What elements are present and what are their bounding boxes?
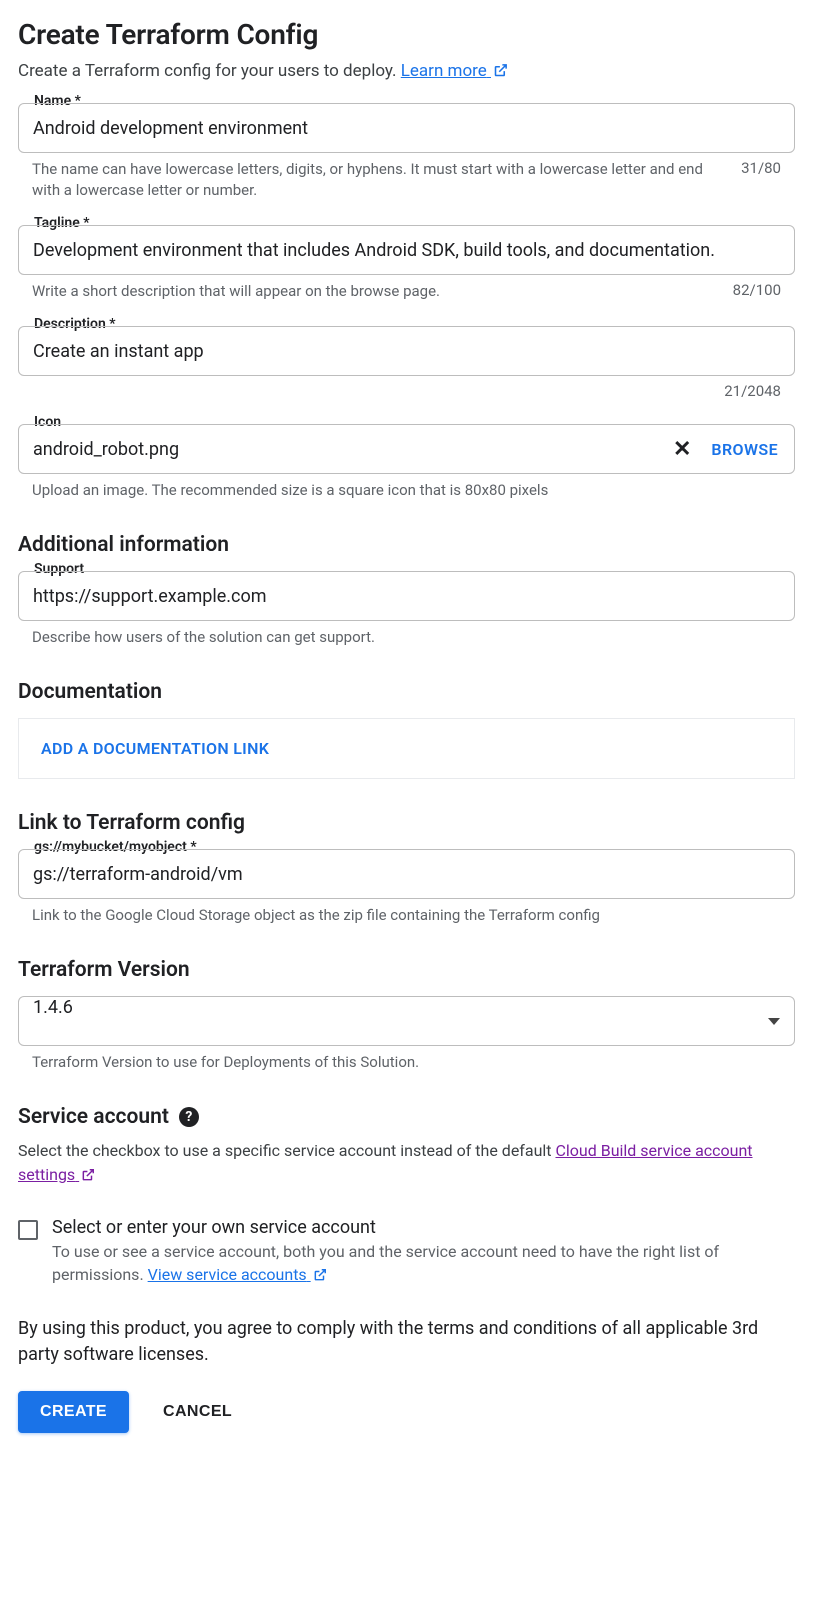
- tfversion-heading: Terraform Version: [18, 958, 795, 982]
- description-input[interactable]: [19, 327, 794, 375]
- page-title: Create Terraform Config: [18, 18, 795, 51]
- cancel-button[interactable]: CANCEL: [157, 1402, 238, 1422]
- close-icon[interactable]: ✕: [667, 437, 697, 462]
- intro-text: Create a Terraform config for your users…: [18, 61, 795, 83]
- create-button[interactable]: CREATE: [18, 1391, 129, 1433]
- tfversion-value: 1.4.6: [19, 997, 760, 1045]
- view-service-accounts-label: View service accounts: [148, 1265, 307, 1284]
- own-service-account-label: Select or enter your own service account: [52, 1217, 795, 1238]
- tfversion-select[interactable]: 1.4.6: [18, 996, 795, 1046]
- browse-button[interactable]: BROWSE: [711, 440, 778, 459]
- name-input[interactable]: [19, 104, 794, 152]
- tagline-helper: Write a short description that will appe…: [32, 281, 440, 302]
- support-input[interactable]: [19, 572, 794, 620]
- intro-text-content: Create a Terraform config for your users…: [18, 61, 401, 81]
- icon-helper: Upload an image. The recommended size is…: [32, 480, 548, 501]
- icon-input[interactable]: [19, 439, 653, 460]
- tfconfig-heading: Link to Terraform config: [18, 811, 795, 835]
- external-link-icon: [313, 1265, 327, 1288]
- documentation-heading: Documentation: [18, 680, 795, 704]
- name-helper: The name can have lowercase letters, dig…: [32, 159, 721, 201]
- view-service-accounts-link[interactable]: View service accounts: [148, 1265, 327, 1284]
- own-service-account-sublabel: To use or see a service account, both yo…: [52, 1240, 795, 1288]
- external-link-icon: [493, 63, 508, 83]
- tagline-counter: 82/100: [733, 281, 781, 299]
- learn-more-label: Learn more: [401, 61, 487, 81]
- agreement-text: By using this product, you agree to comp…: [18, 1316, 795, 1368]
- tfversion-helper: Terraform Version to use for Deployments…: [32, 1052, 419, 1073]
- support-helper: Describe how users of the solution can g…: [32, 627, 375, 648]
- external-link-icon: [81, 1165, 95, 1189]
- tfconfig-helper: Link to the Google Cloud Storage object …: [32, 905, 600, 926]
- additional-info-heading: Additional information: [18, 533, 795, 557]
- svc-desc-text: Select the checkbox to use a specific se…: [18, 1141, 555, 1160]
- name-counter: 31/80: [741, 159, 781, 177]
- add-documentation-link-button[interactable]: ADD A DOCUMENTATION LINK: [41, 739, 269, 758]
- description-counter: 21/2048: [724, 382, 781, 400]
- learn-more-link[interactable]: Learn more: [401, 61, 508, 81]
- service-account-heading: Service account: [18, 1105, 169, 1129]
- tagline-input[interactable]: [19, 226, 794, 274]
- own-service-account-checkbox[interactable]: [18, 1220, 38, 1240]
- chevron-down-icon: [768, 1018, 780, 1025]
- tfconfig-input[interactable]: [19, 850, 794, 898]
- help-icon[interactable]: ?: [179, 1107, 199, 1127]
- service-account-description: Select the checkbox to use a specific se…: [18, 1139, 795, 1189]
- documentation-box: ADD A DOCUMENTATION LINK: [18, 718, 795, 779]
